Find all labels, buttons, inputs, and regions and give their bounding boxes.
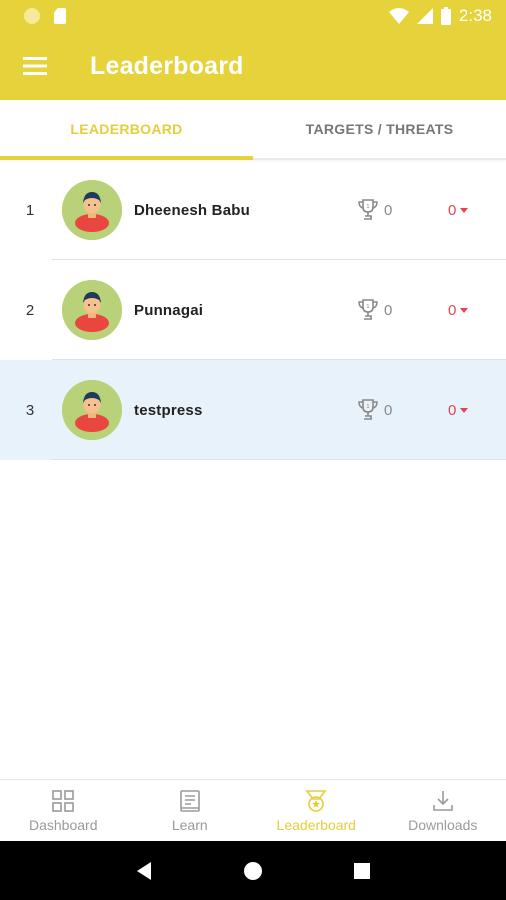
user-avatar-icon [62,380,122,440]
nav-learn-label: Learn [171,816,208,833]
page-title: Leaderboard [90,51,244,80]
trophy-count: 1 0 [358,299,448,321]
status-left-icons [24,8,66,24]
notification-dot-icon [24,8,40,24]
status-right-icons: 2:38 [388,6,492,26]
svg-text:1: 1 [366,204,369,210]
trophy-value: 0 [384,401,393,419]
download-icon [432,790,453,811]
menu-button[interactable] [0,32,70,100]
wifi-icon [388,8,409,24]
system-navigation-bar [0,841,506,900]
trophy-icon: 1 [358,199,378,220]
user-avatar-icon [62,180,122,240]
nav-downloads[interactable]: Downloads [380,780,506,841]
leaderboard-row[interactable]: 1 Dheenesh Babu 1 0 0 [0,160,506,260]
back-icon[interactable] [135,861,153,881]
nav-dashboard-label: Dashboard [29,816,98,833]
leaderboard-row[interactable]: 2 Punnagai 1 0 0 [0,260,506,360]
nav-downloads-label: Downloads [408,816,478,833]
tab-targets-threats[interactable]: TARGETS / THREATS [253,100,506,158]
sd-card-icon [54,8,66,24]
player-name: testpress [134,401,203,419]
cell-signal-icon [416,8,433,24]
player-name: Punnagai [134,301,204,319]
leaderboard-row-current-user[interactable]: 3 testpress 1 0 0 [0,360,506,460]
trophy-count: 1 0 [358,399,448,421]
avatar [62,380,122,440]
nav-dashboard[interactable]: Dashboard [0,780,127,841]
tab-leaderboard[interactable]: LEADERBOARD [0,100,253,160]
rank-change-value: 0 [448,301,457,319]
caret-down-icon [460,408,469,413]
nav-leaderboard-label: Leaderboard [276,816,356,833]
row-divider [52,459,506,460]
book-icon [179,789,200,812]
rank-change: 0 [448,402,506,419]
rank-number: 2 [25,301,35,319]
rank-change-value: 0 [448,401,457,419]
home-icon[interactable] [243,861,263,881]
trophy-icon: 1 [358,399,378,420]
trophy-value: 0 [384,301,393,319]
avatar [62,280,122,340]
leaderboard-list: 1 Dheenesh Babu 1 0 0 2 Punnagai 1 0 0 3… [0,160,506,460]
svg-text:1: 1 [366,304,369,310]
rank-change-value: 0 [448,201,457,219]
avatar [62,180,122,240]
medal-icon [305,789,327,812]
recents-icon[interactable] [353,862,371,880]
rank-number: 1 [25,201,35,219]
tab-bar: LEADERBOARD TARGETS / THREATS [0,100,506,160]
battery-icon [440,7,451,25]
trophy-count: 1 0 [358,199,448,221]
nav-learn[interactable]: Learn [127,780,254,841]
status-time: 2:38 [458,6,492,25]
nav-leaderboard[interactable]: Leaderboard [253,780,380,841]
rank-change: 0 [448,202,506,219]
status-bar: 2:38 [0,0,506,32]
trophy-value: 0 [384,201,393,219]
user-avatar-icon [62,280,122,340]
trophy-icon: 1 [358,299,378,320]
dashboard-grid-icon [52,789,75,812]
player-name: Dheenesh Babu [134,201,250,219]
caret-down-icon [460,308,469,313]
caret-down-icon [460,208,469,213]
rank-number: 3 [25,401,35,419]
app-bar: Leaderboard [0,32,506,100]
svg-text:1: 1 [366,404,369,410]
bottom-navigation: Dashboard Learn Leaderboard Downloads [0,779,506,841]
hamburger-menu-icon [23,57,47,75]
rank-change: 0 [448,302,506,319]
